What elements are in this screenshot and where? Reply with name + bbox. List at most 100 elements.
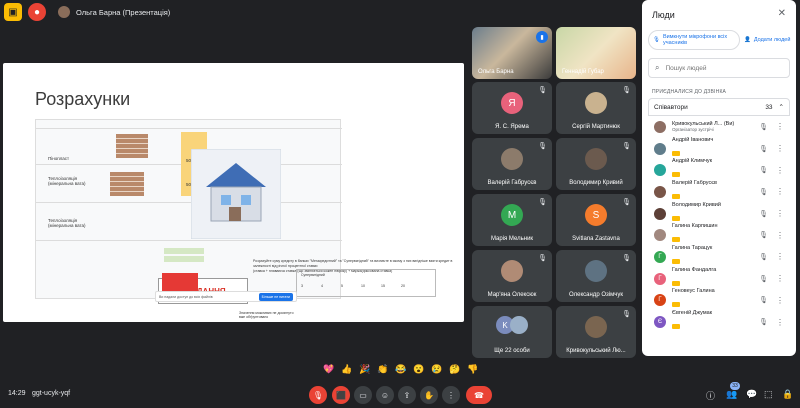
- mic-off-icon[interactable]: 🎙: [759, 166, 768, 174]
- reaction-emoji[interactable]: 😢: [430, 362, 444, 376]
- mic-off-icon: 🎙: [622, 87, 631, 94]
- present-window-icon[interactable]: ▣: [4, 3, 22, 21]
- participant-row[interactable]: Валерій Габрусєв 🎙 ⋮: [648, 179, 790, 203]
- participant-tile[interactable]: 🎙 Сергій Мартинюк: [556, 82, 636, 134]
- meeting-code: ggt-ucyk-yqf: [32, 390, 71, 397]
- participant-row[interactable]: Галина Карпишин 🎙 ⋮: [648, 223, 790, 246]
- mic-off-icon[interactable]: 🎙: [759, 123, 768, 131]
- more-vert-icon[interactable]: ⋮: [776, 318, 784, 327]
- camera-toggle-button[interactable]: ⬛: [332, 386, 350, 404]
- participant-tile[interactable]: 🎙 Валерій Габрусєв: [472, 138, 552, 190]
- raise-hand-button[interactable]: ✋: [420, 386, 438, 404]
- participant-tile[interactable]: 🎙 Кривокульський Лю...: [556, 306, 636, 358]
- participant-tile[interactable]: 🎙 Олександр Озімчук: [556, 250, 636, 302]
- participant-row[interactable]: Кривокульський Л... (Ви) Організатор зуст…: [648, 116, 790, 138]
- end-call-button[interactable]: ☎: [466, 386, 492, 404]
- reaction-emoji[interactable]: 👍: [340, 362, 354, 376]
- present-button[interactable]: ⇪: [398, 386, 416, 404]
- participant-name: Геннадій Губар: [562, 69, 604, 75]
- mic-off-icon[interactable]: 🎙: [759, 145, 768, 153]
- more-vert-icon[interactable]: ⋮: [776, 296, 784, 305]
- mic-off-icon[interactable]: 🎙: [759, 231, 768, 239]
- reaction-emoji[interactable]: 😮: [412, 362, 426, 376]
- more-vert-icon[interactable]: ⋮: [776, 252, 784, 261]
- more-vert-icon[interactable]: ⋮: [776, 231, 784, 240]
- more-vert-icon[interactable]: ⋮: [776, 187, 784, 196]
- participant-row[interactable]: Андрій Климчук 🎙 ⋮: [648, 158, 790, 181]
- participant-tile[interactable]: 🎙 S Svitlana Zastavna: [556, 194, 636, 246]
- participant-row[interactable]: Володимир Кривий 🎙 ⋮: [648, 201, 790, 225]
- activities-icon[interactable]: ⬚: [764, 389, 773, 400]
- more-options-button[interactable]: ⋮: [442, 386, 460, 404]
- chat-icon[interactable]: 💬: [746, 389, 757, 400]
- more-participants-tile[interactable]: K Ще 22 особи: [472, 306, 552, 358]
- reaction-emoji[interactable]: 👏: [376, 362, 390, 376]
- reaction-emoji[interactable]: 🤔: [448, 362, 462, 376]
- participant-row[interactable]: Андрій Іванович 🎙 ⋮: [648, 137, 790, 160]
- reaction-emoji[interactable]: 🎉: [358, 362, 372, 376]
- more-vert-icon[interactable]: ⋮: [776, 144, 784, 153]
- section-label: ПРИЄДНАЛИСЯ ДО ДЗВІНКА: [652, 89, 727, 95]
- search-icon: ⌕: [655, 63, 660, 72]
- participant-tile[interactable]: ▮ Ольга Барна: [472, 27, 552, 79]
- brick-image: [116, 134, 148, 158]
- participant-avatar: [501, 148, 523, 170]
- mic-off-icon[interactable]: 🎙: [759, 253, 768, 261]
- contributor-badge-icon: [672, 280, 680, 286]
- participant-row[interactable]: Г Геновеус Галина 🎙 ⋮: [648, 288, 790, 312]
- participant-row[interactable]: Г Галина Тарацук 🎙 ⋮: [648, 245, 790, 268]
- mini-table-cell: 4: [321, 284, 323, 288]
- more-vert-icon[interactable]: ⋮: [776, 166, 784, 175]
- mic-off-icon[interactable]: 🎙: [759, 318, 768, 326]
- emoji-button[interactable]: ☺: [376, 386, 394, 404]
- participant-name: Андрій Климчук: [672, 158, 713, 165]
- participant-avatar: M: [501, 204, 523, 226]
- participant-tile[interactable]: 🎙 M Марія Мельник: [472, 194, 552, 246]
- add-people-button[interactable]: 👤 Додати людей: [744, 30, 792, 50]
- more-vert-icon[interactable]: ⋮: [776, 122, 784, 131]
- search-box[interactable]: ⌕: [648, 58, 790, 78]
- captions-button[interactable]: ▭: [354, 386, 372, 404]
- record-icon[interactable]: ●: [28, 3, 46, 21]
- participant-tile[interactable]: 🎙 Володимир Кривий: [556, 138, 636, 190]
- mute-all-button[interactable]: 🎙 Вимкнути мікрофони всіх учасників: [648, 30, 740, 50]
- participant-name: Валерій Габрусєв: [672, 179, 717, 186]
- contributor-badge-icon: [672, 324, 680, 330]
- mic-toggle-button[interactable]: 🎙: [309, 386, 327, 404]
- more-vert-icon[interactable]: ⋮: [776, 209, 784, 218]
- reaction-emoji[interactable]: 💖: [322, 362, 336, 376]
- sheet-row: [36, 202, 342, 203]
- mic-off-icon[interactable]: 🎙: [759, 296, 768, 304]
- people-icon[interactable]: 👥: [726, 389, 737, 400]
- participant-avatar: [654, 185, 666, 198]
- participant-row[interactable]: Г Галина Фандалга 🎙 ⋮: [648, 267, 790, 290]
- contributor-badge-icon: [672, 172, 680, 178]
- mic-off-icon: 🎙: [538, 87, 547, 94]
- contributors-group-header[interactable]: Співавтори 33 ⌃: [648, 98, 790, 116]
- reaction-emoji[interactable]: 👎: [466, 362, 480, 376]
- participant-tile[interactable]: 🎙 Я Я. С. Ярема: [472, 82, 552, 134]
- mini-table-cell: 3: [301, 284, 303, 288]
- mic-off-icon[interactable]: 🎙: [759, 275, 768, 283]
- host-controls-icon[interactable]: 🔒: [782, 389, 793, 400]
- mic-off-icon[interactable]: 🎙: [759, 188, 768, 196]
- contributor-badge-icon: [672, 215, 680, 221]
- mini-table-cell: 20: [401, 284, 405, 288]
- close-icon[interactable]: ✕: [778, 8, 786, 19]
- dont-ask-button[interactable]: Більше не питати: [258, 292, 293, 301]
- task-description: Розрахуйте суму кредиту в банках "Мегакр…: [253, 259, 453, 268]
- mic-off-icon[interactable]: 🎙: [759, 210, 768, 218]
- reaction-emoji[interactable]: 😂: [394, 362, 408, 376]
- more-vert-icon[interactable]: ⋮: [776, 274, 784, 283]
- sheet-row-label: Теплоізоляція (мінеральна вата): [48, 176, 86, 186]
- participant-avatar: [654, 207, 666, 220]
- info-icon[interactable]: ⓘ: [706, 389, 715, 402]
- participant-name: Володимир Кривий: [672, 201, 721, 208]
- search-input[interactable]: [665, 64, 776, 72]
- participant-tile[interactable]: 🎙 Мар'яна Олексюк: [472, 250, 552, 302]
- contributor-badge-icon: [672, 258, 680, 264]
- participant-row[interactable]: Є Євгеній Джумак 🎙 ⋮: [648, 310, 790, 333]
- participant-tile[interactable]: Геннадій Губар: [556, 27, 636, 79]
- participant-info: Геновеус Галина: [672, 288, 754, 312]
- participant-name: Олександр Озімчук: [569, 292, 623, 298]
